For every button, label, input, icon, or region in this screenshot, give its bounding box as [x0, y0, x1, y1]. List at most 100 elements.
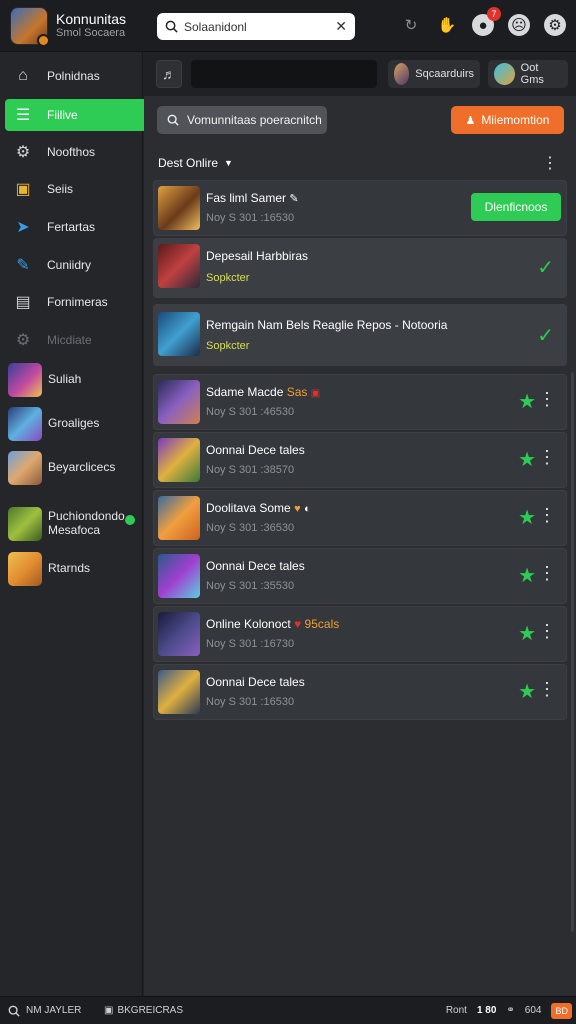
star-icon[interactable]: ★: [518, 447, 536, 472]
sidebar-item-label: Cuniidry: [47, 258, 92, 272]
more-icon[interactable]: ⋮: [538, 563, 556, 584]
game-thumbnail: [8, 451, 42, 485]
sidebar-item-community[interactable]: ✎ Cuniidry: [5, 249, 148, 281]
star-icon[interactable]: ★: [518, 621, 536, 646]
item-meta: Noy S 301 :16530: [206, 696, 295, 708]
sidebar-item-store[interactable]: ▣ Seiis: [5, 173, 148, 205]
sidebar-item-messages[interactable]: ➤ Fertartas: [5, 211, 148, 243]
main-panel: ♬ Sqcaarduirs Oot Gms Vomunnitaas poerac…: [144, 52, 576, 996]
games-chip[interactable]: Oot Gms: [488, 60, 568, 88]
sidebar-item-label: Seiis: [47, 182, 74, 196]
bottom-mid[interactable]: ▣ BKGREICRAS: [104, 1005, 183, 1016]
sidebar-game[interactable]: Puchiondondo Mesafoca: [8, 507, 143, 541]
promotion-button[interactable]: ♟ Miiemomtion: [451, 106, 564, 134]
more-icon[interactable]: ⋮: [538, 679, 556, 700]
bottom-badge[interactable]: BD: [551, 1002, 572, 1019]
item-meta: Noy S 301 :46530: [206, 406, 295, 418]
item-status: Sopkcter: [206, 272, 250, 284]
brush-icon: ✎: [16, 257, 30, 274]
item-title: Oonnai Dece tales: [206, 443, 305, 457]
gear-icon: ⚙: [15, 144, 31, 161]
eye-icon: ◐: [303, 503, 311, 515]
star-icon[interactable]: ★: [518, 563, 536, 588]
item-title: Fas liml Samer ✎: [206, 191, 299, 205]
bottom-mid-label: BKGREICRAS: [117, 1005, 184, 1016]
sidebar-game[interactable]: Rtarnds: [8, 552, 143, 586]
sidebar-game-label: Groaliges: [48, 416, 100, 431]
app-logo: [10, 6, 50, 47]
more-icon[interactable]: ⋮: [538, 621, 556, 642]
squad-chip[interactable]: Sqcaarduirs: [388, 60, 480, 88]
pencil-icon: ✎: [289, 193, 299, 205]
sidebar-item-label: Fiilive: [47, 108, 78, 122]
section-dropdown[interactable]: Dest Onlire ▼: [158, 156, 233, 170]
brand[interactable]: Konnunitas Smol Socaera: [0, 6, 150, 47]
list-item[interactable]: Doolitava Some ♥ ◐ Noy S 301 :36530 ★ ⋮: [153, 490, 567, 546]
search-icon: [8, 1005, 20, 1017]
game-thumbnail: [158, 496, 200, 540]
check-icon: ✓: [537, 325, 554, 347]
hand-icon[interactable]: ✋: [436, 14, 458, 36]
item-title: Doolitava Some ♥ ◐: [206, 501, 311, 515]
heart-icon: ♥: [294, 617, 302, 631]
section-more-icon[interactable]: ⋮: [542, 156, 558, 172]
music-icon[interactable]: ♬: [156, 60, 182, 88]
sidebar-item-forums[interactable]: ▤ Fornimeras: [5, 286, 148, 318]
search-icon: [167, 114, 179, 126]
link-icon: ⚭: [506, 1005, 515, 1016]
game-thumbnail: [8, 507, 42, 541]
app-subtitle: Smol Socaera: [56, 27, 126, 40]
download-button[interactable]: Dlenficnoos: [471, 193, 561, 221]
close-icon[interactable]: ✕: [335, 18, 347, 35]
game-thumbnail: [8, 363, 42, 397]
star-icon[interactable]: ★: [518, 389, 536, 414]
avatar: [394, 63, 410, 85]
more-icon[interactable]: ⋮: [538, 389, 556, 410]
sidebar-item-settings[interactable]: ⚙ Noofthos: [5, 136, 148, 168]
list-item[interactable]: Depesail Harbbiras Sopkcter ✓: [153, 238, 567, 298]
sidebar-item-live[interactable]: ☰ Fiilive: [5, 99, 155, 131]
sidebar-game-label: Beyarclicecs: [48, 460, 116, 475]
list-item[interactable]: Sdame Macde Sas ▣ Noy S 301 :46530 ★ ⋮: [153, 374, 567, 430]
game-thumbnail: [158, 380, 200, 424]
sidebar-game[interactable]: Groaliges: [8, 407, 143, 441]
game-thumbnail: [158, 554, 200, 598]
chip-label: Oot Gms: [520, 62, 544, 86]
scrollbar[interactable]: [571, 372, 574, 932]
more-icon[interactable]: ⋮: [538, 505, 556, 526]
refresh-icon[interactable]: ↻: [400, 14, 422, 36]
sidebar-game[interactable]: Beyarclicecs: [8, 451, 143, 485]
sidebar-item-media[interactable]: ⚙ Micdiate: [5, 324, 148, 356]
app-title: Konnunitas: [56, 10, 127, 27]
item-status: Sopkcter: [206, 340, 250, 352]
star-icon[interactable]: ★: [518, 679, 536, 704]
avatar: [494, 63, 515, 85]
sidebar-item-home[interactable]: ⌂ Polnidnas: [5, 60, 148, 92]
filter-input[interactable]: [191, 60, 377, 88]
game-thumbnail: [158, 438, 200, 482]
list-item[interactable]: Online Kolonoct ♥ 95cals Noy S 301 :1673…: [153, 606, 567, 662]
game-thumbnail: [158, 312, 200, 356]
game-thumbnail: [158, 612, 200, 656]
list-item[interactable]: Oonnai Dece tales Noy S 301 :35530 ★ ⋮: [153, 548, 567, 604]
player-search[interactable]: NM JAYLER: [8, 1005, 81, 1017]
list-item[interactable]: Fas liml Samer ✎ Noy S 301 :16530 Dlenfi…: [153, 180, 567, 236]
check-icon: ✓: [537, 257, 554, 279]
search-input[interactable]: Solaanidonl ✕: [157, 13, 355, 40]
list-item[interactable]: Oonnai Dece tales Noy S 301 :16530 ★ ⋮: [153, 664, 567, 720]
item-title: Depesail Harbbiras: [206, 249, 309, 263]
settings-gear-icon[interactable]: ⚙: [544, 14, 566, 36]
community-search-button[interactable]: Vomunnitaas poeracnitch: [157, 106, 327, 134]
sidebar-game[interactable]: Suliah: [8, 363, 143, 397]
sidebar-item-label: Micdiate: [47, 333, 92, 347]
more-icon[interactable]: ⋮: [538, 447, 556, 468]
list-item[interactable]: Remgain Nam Bels Reaglie Repos - Notoori…: [153, 304, 567, 366]
user-icon: ♟: [465, 114, 476, 127]
notifications-icon[interactable]: ● 7: [472, 7, 501, 36]
star-icon[interactable]: ★: [518, 505, 536, 530]
game-thumbnail: [8, 552, 42, 586]
game-thumbnail: [8, 407, 42, 441]
list-item[interactable]: Oonnai Dece tales Noy S 301 :38570 ★ ⋮: [153, 432, 567, 488]
emoji-icon[interactable]: ☹: [508, 14, 530, 36]
item-title: Oonnai Dece tales: [206, 559, 305, 573]
